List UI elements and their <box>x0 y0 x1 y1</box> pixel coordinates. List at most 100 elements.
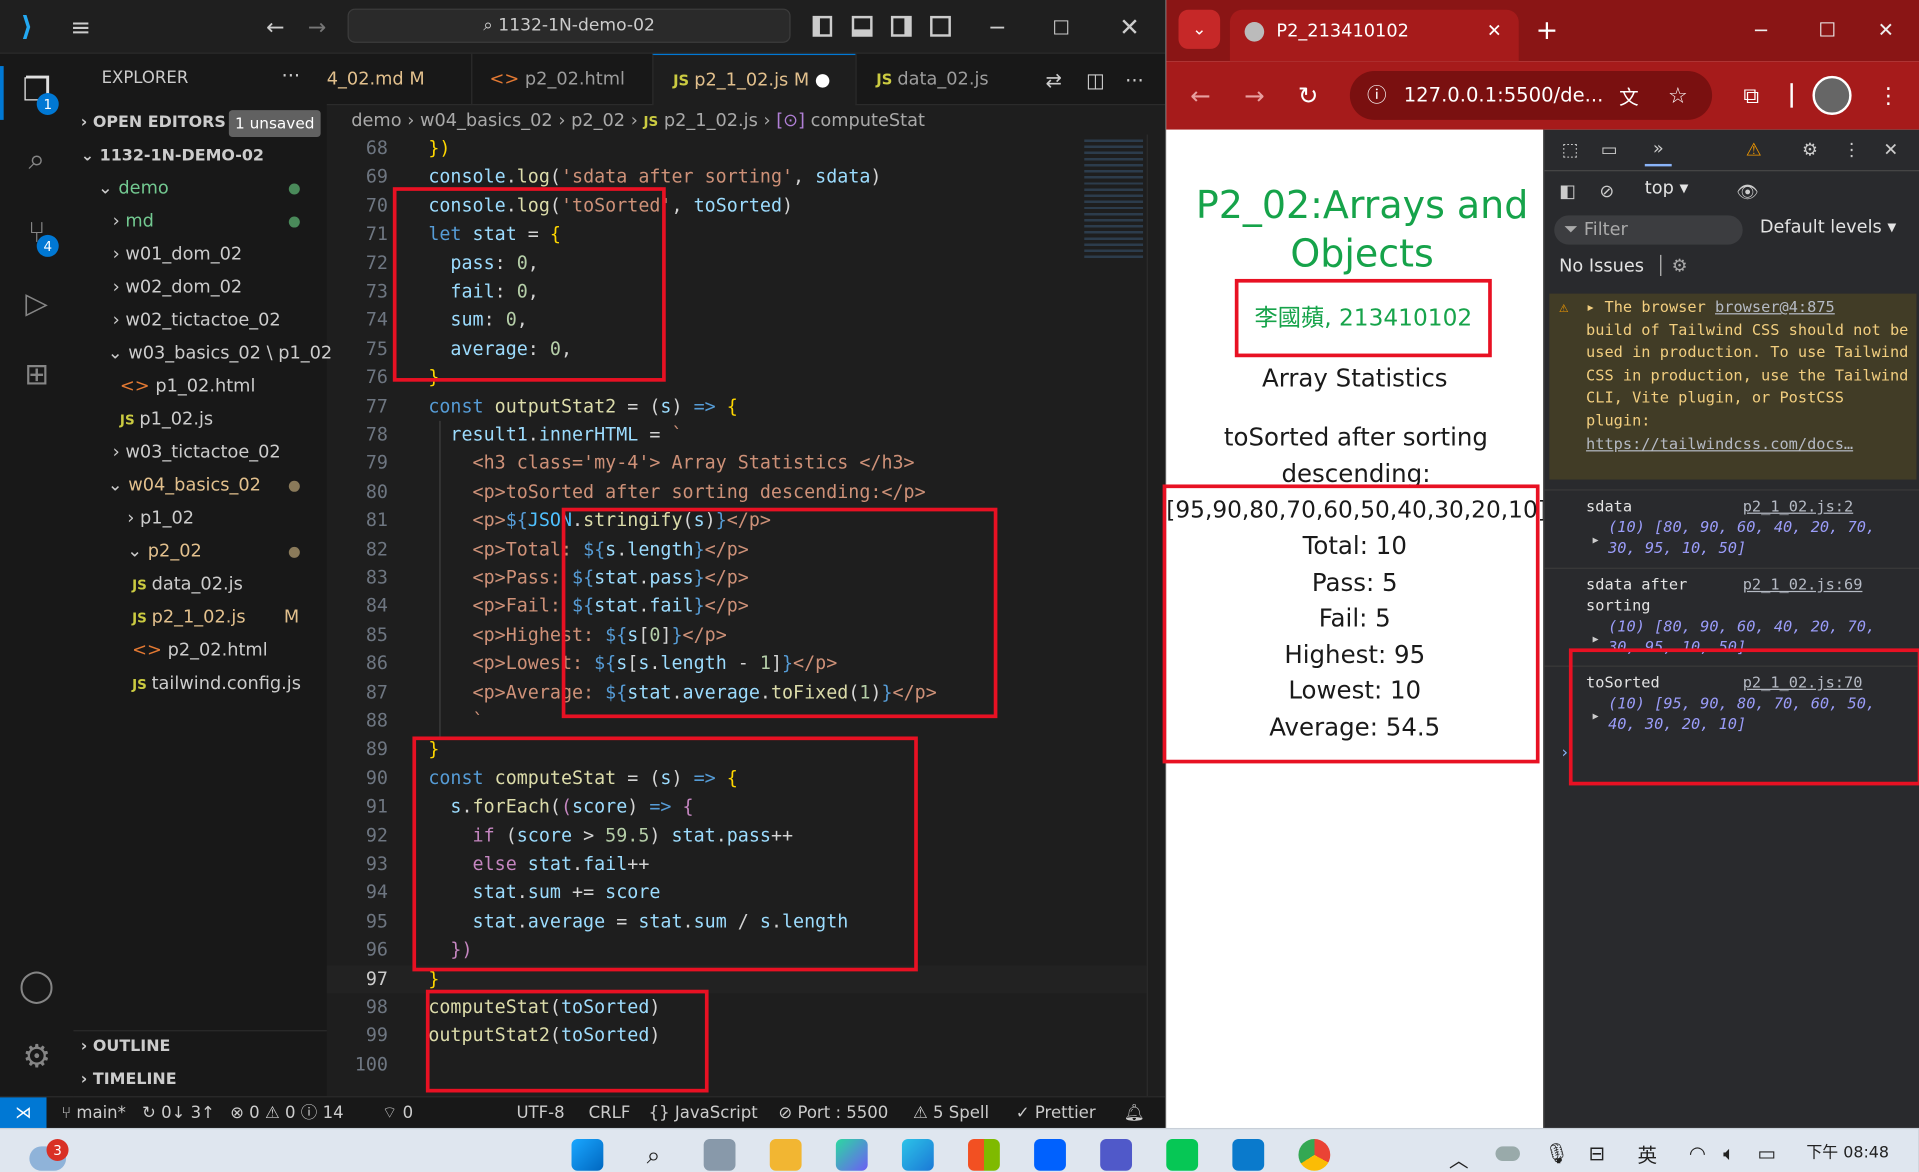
tree-item[interactable]: › w01_dom_02 <box>113 239 319 271</box>
tree-item[interactable]: JS tailwind.config.js <box>132 668 318 700</box>
code-line[interactable]: 78 result1.innerHTML = ` <box>327 421 1147 450</box>
settings-gear-icon[interactable]: ⚙ <box>1797 137 1824 164</box>
source-link[interactable]: p2_1_02.js:2 <box>1743 495 1854 516</box>
tree-item[interactable]: JS data_02.js <box>132 569 318 601</box>
console-log-entry[interactable]: sdata after sorting p2_1_02.js:69 ▸ (10) [8… <box>1544 567 1919 657</box>
toggle-sidebar-icon[interactable] <box>812 15 833 37</box>
new-tab-icon[interactable]: + <box>1533 15 1560 46</box>
file-explorer-icon[interactable] <box>769 1138 802 1171</box>
extensions-icon[interactable]: ⊞ <box>15 352 59 396</box>
expand-triangle-icon[interactable]: ▸ <box>1591 628 1600 649</box>
breadcrumb-item[interactable]: p2_1_02.js <box>664 111 758 131</box>
breadcrumb-item[interactable]: demo <box>351 111 401 131</box>
context-selector[interactable]: top ▾ <box>1645 179 1689 199</box>
run-debug-icon[interactable]: ▷ <box>15 281 59 325</box>
address-bar[interactable]: ⓘ 127.0.0.1:5500/de... <box>1349 70 1713 120</box>
start-menu-icon[interactable] <box>571 1138 604 1171</box>
issues-status[interactable]: No Issues │ ⚙ <box>1559 257 1687 277</box>
battery-icon[interactable]: ▭ <box>1757 1141 1776 1164</box>
close-tab-icon[interactable]: ✕ <box>1487 10 1502 54</box>
translate-icon[interactable]: 文 <box>1614 81 1643 110</box>
minimize-icon[interactable]: − <box>1746 15 1775 44</box>
copilot-icon[interactable] <box>835 1138 868 1171</box>
remote-icon[interactable]: ⋊ <box>0 1097 47 1130</box>
code-line[interactable]: 68}) <box>327 135 1147 164</box>
edge-icon[interactable] <box>901 1138 934 1171</box>
unsaved-dot-icon[interactable]: ● <box>809 71 831 91</box>
ime-indicator[interactable]: 英 <box>1637 1139 1657 1168</box>
browser-tab[interactable]: P2_213410102 ✕ <box>1229 9 1519 62</box>
eol-status[interactable]: CRLF <box>589 1097 631 1129</box>
spell-status[interactable]: ⚠ 5 Spell <box>913 1097 989 1129</box>
search-icon[interactable]: ⌕ <box>15 137 59 181</box>
reload-icon[interactable]: ↻ <box>1294 81 1323 110</box>
onedrive-icon[interactable] <box>1495 1146 1520 1162</box>
sync-status[interactable]: ↻ 0↓ 3↑ <box>142 1097 215 1129</box>
chrome-menu-icon[interactable]: ⋮ <box>1874 81 1903 110</box>
notifications-bell-icon[interactable]: 🔔︎ <box>1123 1097 1144 1129</box>
breadcrumb-item[interactable]: w04_basics_02 <box>420 111 553 131</box>
menu-icon[interactable]: ≡ <box>64 12 98 41</box>
more-actions-icon[interactable]: ··· <box>281 64 300 87</box>
docs-link[interactable]: https://tailwindcss.com/docs… <box>1586 433 1909 456</box>
vscode-icon[interactable] <box>1232 1138 1265 1171</box>
settings-gear-icon[interactable]: ⚙ <box>15 1035 59 1079</box>
store-icon[interactable] <box>968 1138 1000 1171</box>
chrome-icon[interactable] <box>1298 1138 1331 1171</box>
line-icon[interactable] <box>1166 1138 1199 1171</box>
tree-item[interactable]: › md <box>113 206 319 238</box>
wifi-icon[interactable]: ◠ <box>1689 1141 1706 1164</box>
breadcrumb-item[interactable]: computeStat <box>811 111 925 131</box>
tab-p2-02-html[interactable]: <> p2_02.html <box>471 53 652 106</box>
bookmark-star-icon[interactable]: ☆ <box>1663 81 1692 110</box>
inspect-element-icon[interactable]: ⬚ <box>1557 137 1584 164</box>
tree-item[interactable]: ⌄ demo <box>98 172 318 204</box>
forward-icon[interactable]: → <box>1240 81 1269 110</box>
tree-item[interactable]: ⌄ w03_basics_02 \ p1_02 <box>108 338 333 370</box>
more-tabs-icon[interactable]: » <box>1644 135 1672 167</box>
outline-section[interactable]: › OUTLINE <box>81 1031 171 1063</box>
code-line[interactable]: 77 const outputStat2 = (s) => { <box>327 392 1147 421</box>
clock[interactable]: 下午 08:48 <box>1806 1139 1889 1162</box>
forward-icon[interactable]: → <box>301 12 333 41</box>
split-editor-icon[interactable]: ◫ <box>1081 66 1110 93</box>
log-levels-dropdown[interactable]: Default levels ▾ <box>1760 218 1896 238</box>
kebab-menu-icon[interactable]: ⋮ <box>1838 137 1865 164</box>
settings-gear-icon[interactable]: │ ⚙ <box>1650 257 1687 277</box>
extensions-icon[interactable]: ⧉ <box>1737 81 1766 110</box>
source-link[interactable]: p2_1_02.js:69 <box>1743 574 1863 595</box>
console-prompt-icon[interactable]: › <box>1562 744 1568 762</box>
more-actions-icon[interactable]: ··· <box>1120 66 1149 93</box>
root-folder[interactable]: ⌄ 1132-1N-DEMO-02 <box>81 141 264 173</box>
tree-item[interactable]: JS p1_02.js <box>120 404 318 436</box>
maximize-icon[interactable]: ☐ <box>1812 15 1841 44</box>
breadcrumb-item[interactable]: p2_02 <box>571 111 625 131</box>
expand-triangle-icon[interactable]: ▸ <box>1591 529 1600 550</box>
prettier-status[interactable]: ✓ Prettier <box>1016 1097 1096 1129</box>
tree-item[interactable]: › w02_dom_02 <box>113 272 319 304</box>
device-toolbar-icon[interactable]: ▭ <box>1596 137 1623 164</box>
site-info-icon[interactable]: ⓘ <box>1367 71 1387 120</box>
tree-item[interactable]: <> p1_02.html <box>120 371 318 403</box>
source-link[interactable]: browser@4:875 <box>1715 297 1835 315</box>
code-line[interactable]: 80 <p>toSorted after sorting descending:… <box>327 478 1147 507</box>
tree-item[interactable]: <> p2_02.html <box>132 635 318 667</box>
tree-item[interactable]: › w02_tictactoe_02 <box>113 305 319 337</box>
chevron-up-icon[interactable]: ︿ <box>1449 1144 1469 1172</box>
problems-status[interactable]: ⊗ 0 ⚠ 0 ⓘ 14 <box>230 1097 344 1129</box>
tree-item[interactable]: ⌄ p2_02 <box>127 536 318 568</box>
open-editors-section[interactable]: › OPEN EDITORS <box>81 108 226 140</box>
tree-item[interactable]: ⌄ w04_basics_02 <box>108 470 318 502</box>
dropbox-icon[interactable] <box>1034 1138 1066 1171</box>
back-icon[interactable]: ← <box>1186 81 1215 110</box>
tree-item[interactable]: › p1_02 <box>127 503 318 535</box>
maximize-icon[interactable]: ☐ <box>1043 12 1080 41</box>
console-log-entry[interactable]: sdata p2_1_02.js:2 ▸ (10) [80, 90, 60, 40, … <box>1544 489 1919 558</box>
customize-layout-icon[interactable] <box>930 15 951 37</box>
close-icon[interactable]: ✕ <box>1871 15 1900 44</box>
volume-icon[interactable]: 🔈︎ <box>1723 1141 1735 1165</box>
tab-search-icon[interactable]: ⌄ <box>1178 9 1221 49</box>
warning-icon[interactable]: ⚠ <box>1740 137 1767 164</box>
command-center-search[interactable]: ⌕ 1132-1N-demo-02 <box>347 8 791 43</box>
live-server-status[interactable]: ⊘ Port : 5500 <box>778 1097 888 1129</box>
